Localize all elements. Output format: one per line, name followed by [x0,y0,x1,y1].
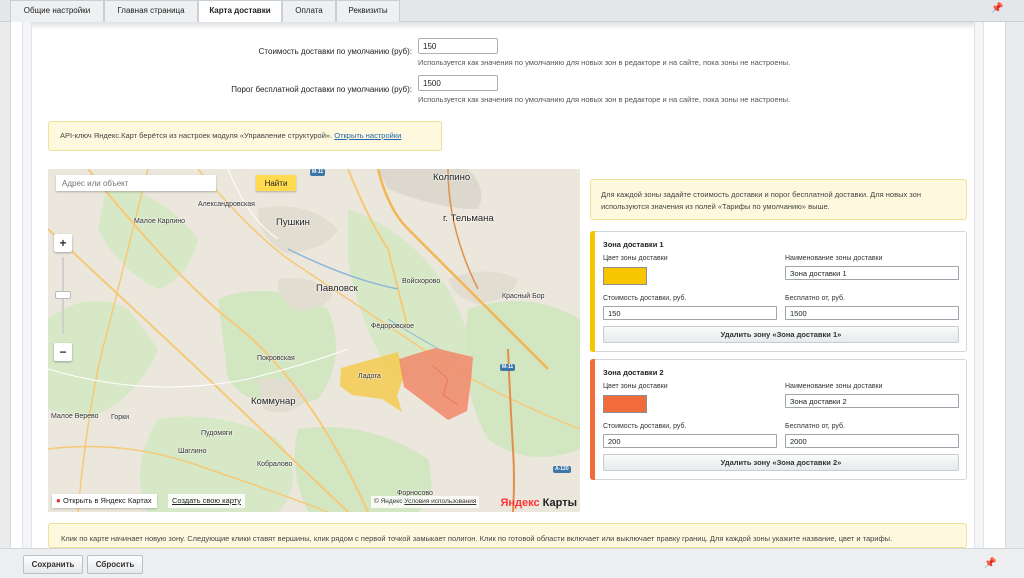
zone-2-title: Зона доставки 2 [603,368,664,377]
zone-2-cost-label: Стоимость доставки, руб. [603,423,687,430]
free-threshold-hint: Используется как значения по умолчанию д… [418,95,791,104]
zone-1-free-label: Бесплатно от, руб. [785,295,845,302]
road-shield: М-11 [500,364,516,371]
map-label-kobralovo: Кобралово [257,461,293,468]
zone-1-name-input[interactable] [785,266,959,280]
default-cost-input[interactable] [418,38,498,54]
map-label-shaglino: Шаглино [178,448,207,455]
right-rail [974,22,984,548]
free-threshold-label: Порог бесплатной доставки по умолчанию (… [231,85,412,94]
zone-2-free-input[interactable] [785,434,959,448]
copyright-text: © Яндекс [374,498,405,505]
bottom-action-bar: Сохранить Сбросить 📌 [0,548,1024,578]
api-notice-text: API-ключ Яндекс.Карт берётся из настроек… [60,131,335,140]
map-label-ladoga: Ладога [358,373,381,380]
map-label-gorki: Горки [111,414,130,421]
map-find-button[interactable]: Найти [256,175,296,191]
road-shield: М-11 [310,169,326,176]
pin-icon[interactable]: 📌 [984,558,996,569]
map-marker-icon: ● [56,496,61,505]
map-label-kolpino: Колпино [433,172,471,183]
zone-2-color-swatch[interactable] [603,395,647,413]
map-label-pudomyagi: Пудомяги [201,430,233,437]
zone-2-name-input[interactable] [785,394,959,408]
zone-1-name-label: Наименование зоны доставки [785,255,883,262]
map-label-aleksandrovskaya: Александровская [198,201,255,208]
logo-maps: Карты [539,497,577,509]
zoom-in-button[interactable]: + [54,234,72,252]
left-rail [22,22,32,548]
tab-requisites[interactable]: Реквизиты [336,0,400,22]
map-search-input[interactable] [56,175,216,191]
tab-bar: Общие настройки Главная страница Карта д… [0,0,1024,23]
zoom-slider-handle[interactable] [55,291,71,299]
tab-payment[interactable]: Оплата [282,0,336,22]
map-canvas [48,169,580,512]
map-label-pushkin: Пушкин [276,217,310,228]
zone-1-cost-input[interactable] [603,306,777,320]
map-label-fedorovskoe: Фёдоровское [371,323,415,330]
open-settings-link[interactable]: Открыть настройки [334,131,401,140]
open-in-yandex-label: Открыть в Яндекс Картах [62,496,152,505]
zone-2-accent [590,359,595,480]
zone-1-free-input[interactable] [785,306,959,320]
map-label-krasny-bor: Красный Бор [502,293,545,300]
map-label-voyskorovo: Войскорово [402,278,441,285]
open-in-yandex-maps-button[interactable]: ● Открыть в Яндекс Картах [52,494,157,508]
yandex-maps-logo[interactable]: Яндекс Карты [500,497,577,509]
logo-yandex: Яндекс [500,497,540,509]
zone-2-color-label: Цвет зоны доставки [603,383,668,390]
bottom-instructions-notice: Клик по карте начинает новую зону. Следу… [48,523,967,548]
zone-1-color-swatch[interactable] [603,267,647,285]
zone-2-cost-input[interactable] [603,434,777,448]
map-label-pokrovskaya: Покровская [257,355,295,362]
zone-1-accent [590,231,595,352]
delivery-map[interactable]: Колпино Александровская Пушкин г. Тельма… [48,169,580,512]
zoom-out-button[interactable]: − [54,343,72,361]
zone-2-name-label: Наименование зоны доставки [785,383,883,390]
map-label-maloe-karlino: Малое Карлино [134,218,186,225]
panel-top-shadow [32,22,974,30]
save-button[interactable]: Сохранить [23,555,83,574]
pin-icon[interactable]: 📌 [991,3,1003,14]
free-threshold-input[interactable] [418,75,498,91]
default-cost-hint: Используется как значения по умолчанию д… [418,58,791,67]
terms-link[interactable]: Условия использования [404,498,476,505]
default-cost-label: Стоимость доставки по умолчанию (руб): [258,47,412,56]
map-copyright: © Яндекс Условия использования [371,496,480,508]
tab-main-page[interactable]: Главная страница [104,0,198,22]
map-label-kommunar: Коммунар [251,396,296,407]
create-map-link[interactable]: Создать свою карту [168,494,246,508]
road-shield: А-120 [553,466,571,473]
zone-1-color-label: Цвет зоны доставки [603,255,668,262]
zone-2-free-label: Бесплатно от, руб. [785,423,845,430]
tab-delivery-map[interactable]: Карта доставки [198,0,282,23]
zone-card-1: Зона доставки 1 Цвет зоны доставки Наиме… [590,231,967,352]
zone-1-cost-label: Стоимость доставки, руб. [603,295,687,302]
api-key-notice: API-ключ Яндекс.Карт берётся из настроек… [48,121,442,151]
delete-zone-1-button[interactable]: Удалить зону «Зона доставки 1» [603,326,959,343]
map-label-telmana: г. Тельмана [443,213,494,224]
reset-button[interactable]: Сбросить [87,555,143,574]
zone-1-title: Зона доставки 1 [603,240,664,249]
zones-notice: Для каждой зоны задайте стоимость достав… [590,179,967,220]
map-label-pavlovsk: Павловск [316,283,358,294]
zone-card-2: Зона доставки 2 Цвет зоны доставки Наиме… [590,359,967,480]
map-label-maloe-verevo: Малое Верево [51,413,99,420]
delete-zone-2-button[interactable]: Удалить зону «Зона доставки 2» [603,454,959,471]
tab-general-settings[interactable]: Общие настройки [10,0,104,22]
